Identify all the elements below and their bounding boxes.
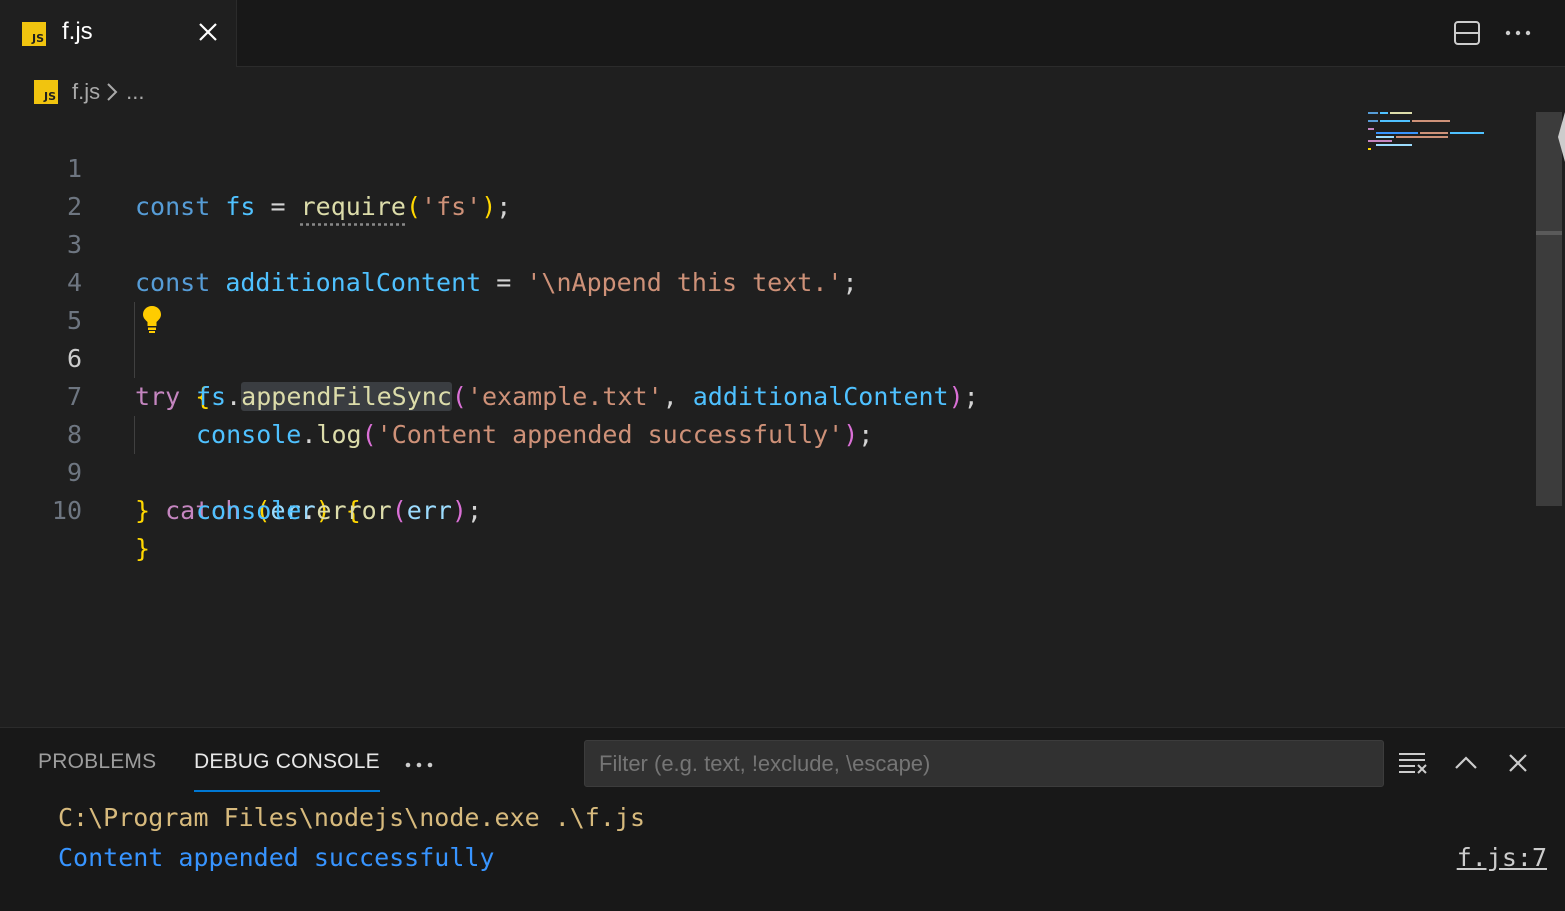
tab-problems[interactable]: PROBLEMS xyxy=(38,750,156,788)
vertical-scrollbar[interactable] xyxy=(1536,112,1562,726)
code-line-5: 5 try { xyxy=(0,264,1360,411)
code-line-8: 8 } catch (err) { xyxy=(0,378,1360,525)
code-line-6: 6 fs.appendFileSync('example.txt', addit… xyxy=(0,302,1360,411)
more-actions-icon[interactable] xyxy=(1503,18,1533,48)
vscode-window: JS f.js JS f.js ... 1 const fs = require… xyxy=(0,0,1565,911)
split-editor-icon[interactable] xyxy=(1452,18,1482,48)
breadcrumb: JS f.js ... xyxy=(34,74,144,110)
code-line-4: 4 xyxy=(0,226,1360,297)
filter-input[interactable] xyxy=(584,740,1384,787)
scrollbar-thumb[interactable] xyxy=(1536,112,1562,506)
breadcrumb-more[interactable]: ... xyxy=(126,79,144,105)
code-line-9: 9 console.error(err); xyxy=(0,416,1360,525)
code-editor[interactable]: 1 const fs = require('fs'); 2 3 const ad… xyxy=(0,112,1535,726)
close-icon[interactable] xyxy=(194,18,222,46)
chevron-up-icon[interactable] xyxy=(1449,746,1483,780)
tab-label: f.js xyxy=(62,18,93,45)
code-line-3: 3 const additionalContent = '\nAppend th… xyxy=(0,188,1360,297)
editor-tab-bar: JS f.js xyxy=(0,0,1565,68)
close-panel-icon[interactable] xyxy=(1501,746,1535,780)
fold-chevron-icon[interactable] xyxy=(104,390,120,406)
bottom-panel: PROBLEMS DEBUG CONSOLE C:\Program Files\… xyxy=(0,727,1565,911)
lightbulb-icon[interactable] xyxy=(140,304,164,334)
chevron-right-icon xyxy=(106,82,118,102)
console-output-line: Content appended successfully xyxy=(58,843,495,872)
line-number: 10 xyxy=(51,496,82,525)
js-file-icon: JS xyxy=(22,22,46,46)
fold-chevron-icon[interactable] xyxy=(104,276,120,292)
js-file-icon: JS xyxy=(34,80,58,104)
scrollbar-position-marker xyxy=(1536,231,1562,235)
code-line-10: 10 } xyxy=(0,454,1360,563)
more-views-icon[interactable] xyxy=(402,748,436,782)
code-line-2: 2 xyxy=(0,150,1360,221)
minimap[interactable] xyxy=(1368,112,1488,154)
breadcrumb-file[interactable]: f.js xyxy=(72,79,100,105)
code-line-7: 7 console.log('Content appended successf… xyxy=(0,340,1360,449)
clear-console-icon[interactable] xyxy=(1396,746,1430,780)
tab-f-js[interactable]: JS f.js xyxy=(0,0,237,68)
tab-debug-console[interactable]: DEBUG CONSOLE xyxy=(194,750,380,792)
code-line-1: 1 const fs = require('fs'); xyxy=(0,112,1360,221)
console-output-line: C:\Program Files\nodejs\node.exe .\f.js xyxy=(58,803,645,832)
source-link[interactable]: f.js:7 xyxy=(1457,838,1547,878)
